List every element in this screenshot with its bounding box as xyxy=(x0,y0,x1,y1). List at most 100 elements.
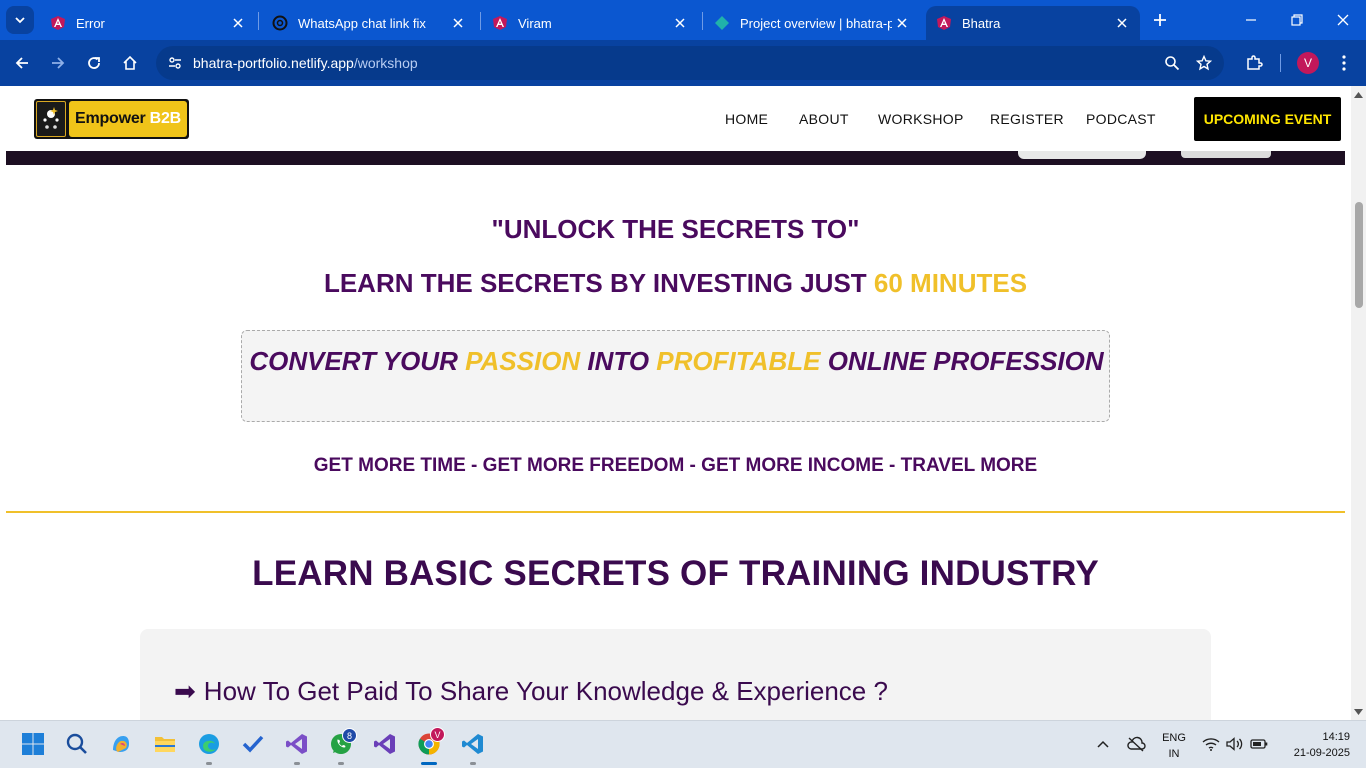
nav-register-link[interactable]: REGISTER xyxy=(990,111,1064,127)
nav-workshop-link[interactable]: WORKSHOP xyxy=(878,111,964,127)
visual-studio-icon[interactable] xyxy=(284,731,310,757)
star-icon xyxy=(1196,55,1212,71)
scroll-thumb[interactable] xyxy=(1355,202,1363,308)
arrow-left-icon xyxy=(15,57,28,69)
reload-button[interactable] xyxy=(80,49,108,77)
scroll-up-icon[interactable] xyxy=(1354,90,1363,99)
callout-highlight-passion: PASSION xyxy=(465,346,581,376)
todo-icon[interactable] xyxy=(240,731,266,757)
scroll-down-icon[interactable] xyxy=(1354,707,1363,716)
profile-avatar[interactable]: V xyxy=(1297,52,1319,74)
logo-mark-icon xyxy=(36,101,66,137)
url-host: bhatra-portfolio.netlify.app xyxy=(193,55,354,71)
toolbar-separator xyxy=(1280,54,1281,72)
unlock-secrets-heading: "UNLOCK THE SECRETS TO" xyxy=(491,214,860,244)
zoom-button[interactable] xyxy=(1158,49,1186,77)
tab-title: Error xyxy=(76,15,105,31)
section-title: LEARN BASIC SECRETS OF TRAINING INDUSTRY xyxy=(252,554,1099,593)
close-icon[interactable] xyxy=(670,13,690,33)
nav-home-link[interactable]: HOME xyxy=(725,111,768,127)
bookmark-button[interactable] xyxy=(1190,49,1218,77)
running-indicator xyxy=(470,762,476,765)
nav-about-link[interactable]: ABOUT xyxy=(799,111,849,127)
tab-title: WhatsApp chat link fix xyxy=(298,15,426,31)
wifi-icon[interactable] xyxy=(1200,731,1222,757)
tune-icon xyxy=(169,57,181,69)
restore-button[interactable] xyxy=(1282,6,1312,34)
tab-search-button[interactable] xyxy=(6,6,34,34)
chrome-profile-badge: V xyxy=(430,727,445,742)
invest-time-highlight: 60 MINUTES xyxy=(873,268,1028,298)
close-icon[interactable] xyxy=(892,13,912,33)
url-text[interactable]: bhatra-portfolio.netlify.app/workshop xyxy=(193,55,418,71)
onedrive-offline-icon[interactable] xyxy=(1124,731,1148,757)
arrow-right-icon xyxy=(52,57,65,69)
browser-menu-button[interactable] xyxy=(1330,49,1358,77)
input-language[interactable]: ENG IN xyxy=(1158,730,1190,762)
angular-icon xyxy=(493,16,507,30)
clock-date: 21-09-2025 xyxy=(1293,747,1350,759)
windows-start-icon[interactable] xyxy=(20,731,46,757)
tab-project-overview[interactable]: Project overview | bhatra-po xyxy=(704,6,920,40)
tab-bhatra[interactable]: Bhatra xyxy=(926,6,1140,40)
hero-image-bottom xyxy=(6,151,1345,165)
tab-error[interactable]: Error xyxy=(40,6,256,40)
invest-time-heading: LEARN THE SECRETS BY INVESTING JUST 60 M… xyxy=(0,268,1351,299)
more-vertical-icon xyxy=(1342,55,1346,71)
close-icon[interactable] xyxy=(1112,13,1132,33)
logo-suffix: B2B xyxy=(149,110,182,127)
page-viewport: Empower B2B HOME ABOUT WORKSHOP REGISTER … xyxy=(0,86,1351,720)
copilot-icon[interactable] xyxy=(108,731,134,757)
callout-part: CONVERT YOUR xyxy=(249,346,466,376)
close-icon[interactable] xyxy=(448,13,468,33)
home-icon xyxy=(123,55,137,70)
tab-whatsapp-chat-link-fix[interactable]: WhatsApp chat link fix xyxy=(262,6,476,40)
language-code: ENG xyxy=(1162,732,1186,744)
url-path: /workshop xyxy=(353,55,418,71)
netlify-icon xyxy=(715,16,729,30)
hero-image-detail xyxy=(1181,151,1271,158)
system-clock[interactable]: 14:19 21-09-2025 xyxy=(1282,729,1350,761)
back-button[interactable] xyxy=(8,49,36,77)
forward-button[interactable] xyxy=(44,49,72,77)
edge-icon[interactable] xyxy=(196,731,222,757)
volume-icon[interactable] xyxy=(1224,731,1246,757)
tab-viram[interactable]: Viram xyxy=(482,6,698,40)
address-bar[interactable]: bhatra-portfolio.netlify.app/workshop xyxy=(156,46,1224,80)
page-scrollbar[interactable] xyxy=(1351,86,1366,720)
running-indicator xyxy=(206,762,212,765)
close-icon xyxy=(1337,14,1349,26)
minimize-button[interactable] xyxy=(1236,6,1266,34)
new-tab-button[interactable] xyxy=(1148,8,1172,32)
callout-part: INTO xyxy=(580,346,657,376)
extensions-button[interactable] xyxy=(1240,49,1268,77)
home-button[interactable] xyxy=(116,49,144,77)
angular-icon xyxy=(937,16,951,30)
region-code: IN xyxy=(1168,748,1180,760)
browser-toolbar: bhatra-portfolio.netlify.app/workshop V xyxy=(0,40,1366,86)
close-icon[interactable] xyxy=(228,13,248,33)
tab-separator xyxy=(702,12,703,30)
empower-b2b-logo[interactable]: Empower B2B xyxy=(34,99,189,139)
angular-icon xyxy=(51,16,65,30)
chevron-up-icon[interactable] xyxy=(1092,731,1114,757)
passion-callout-box: CONVERT YOUR PASSION INTO PROFITABLE ONL… xyxy=(241,330,1110,422)
chevron-down-icon xyxy=(15,17,25,24)
callout-part: ONLINE PROFESSION xyxy=(820,346,1104,376)
visual-studio-2-icon[interactable] xyxy=(372,731,398,757)
file-explorer-icon[interactable] xyxy=(152,731,178,757)
restore-icon xyxy=(1291,14,1303,26)
search-icon[interactable] xyxy=(64,731,90,757)
section-divider xyxy=(6,511,1345,513)
secrets-card: ➡ How To Get Paid To Share Your Knowledge… xyxy=(140,629,1211,720)
nav-podcast-link[interactable]: PODCAST xyxy=(1086,111,1156,127)
battery-icon[interactable] xyxy=(1248,731,1270,757)
vscode-icon[interactable] xyxy=(460,731,486,757)
close-window-button[interactable] xyxy=(1328,6,1358,34)
running-indicator xyxy=(294,762,300,765)
browser-tab-strip: Error WhatsApp chat link fix Viram Proje… xyxy=(0,0,1366,40)
upcoming-event-button[interactable]: UPCOMING EVENT xyxy=(1194,97,1341,141)
active-indicator xyxy=(421,762,437,765)
site-info-button[interactable] xyxy=(164,52,186,74)
secret-list-item: ➡ How To Get Paid To Share Your Knowledge… xyxy=(174,676,888,707)
